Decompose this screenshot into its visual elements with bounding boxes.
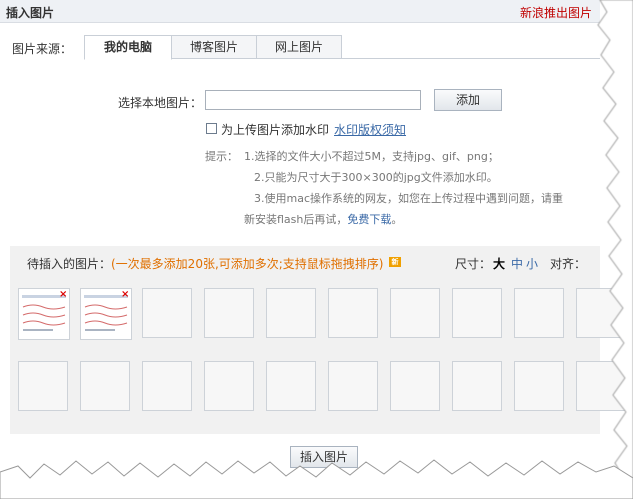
torn-edge-decoration (0, 0, 633, 499)
